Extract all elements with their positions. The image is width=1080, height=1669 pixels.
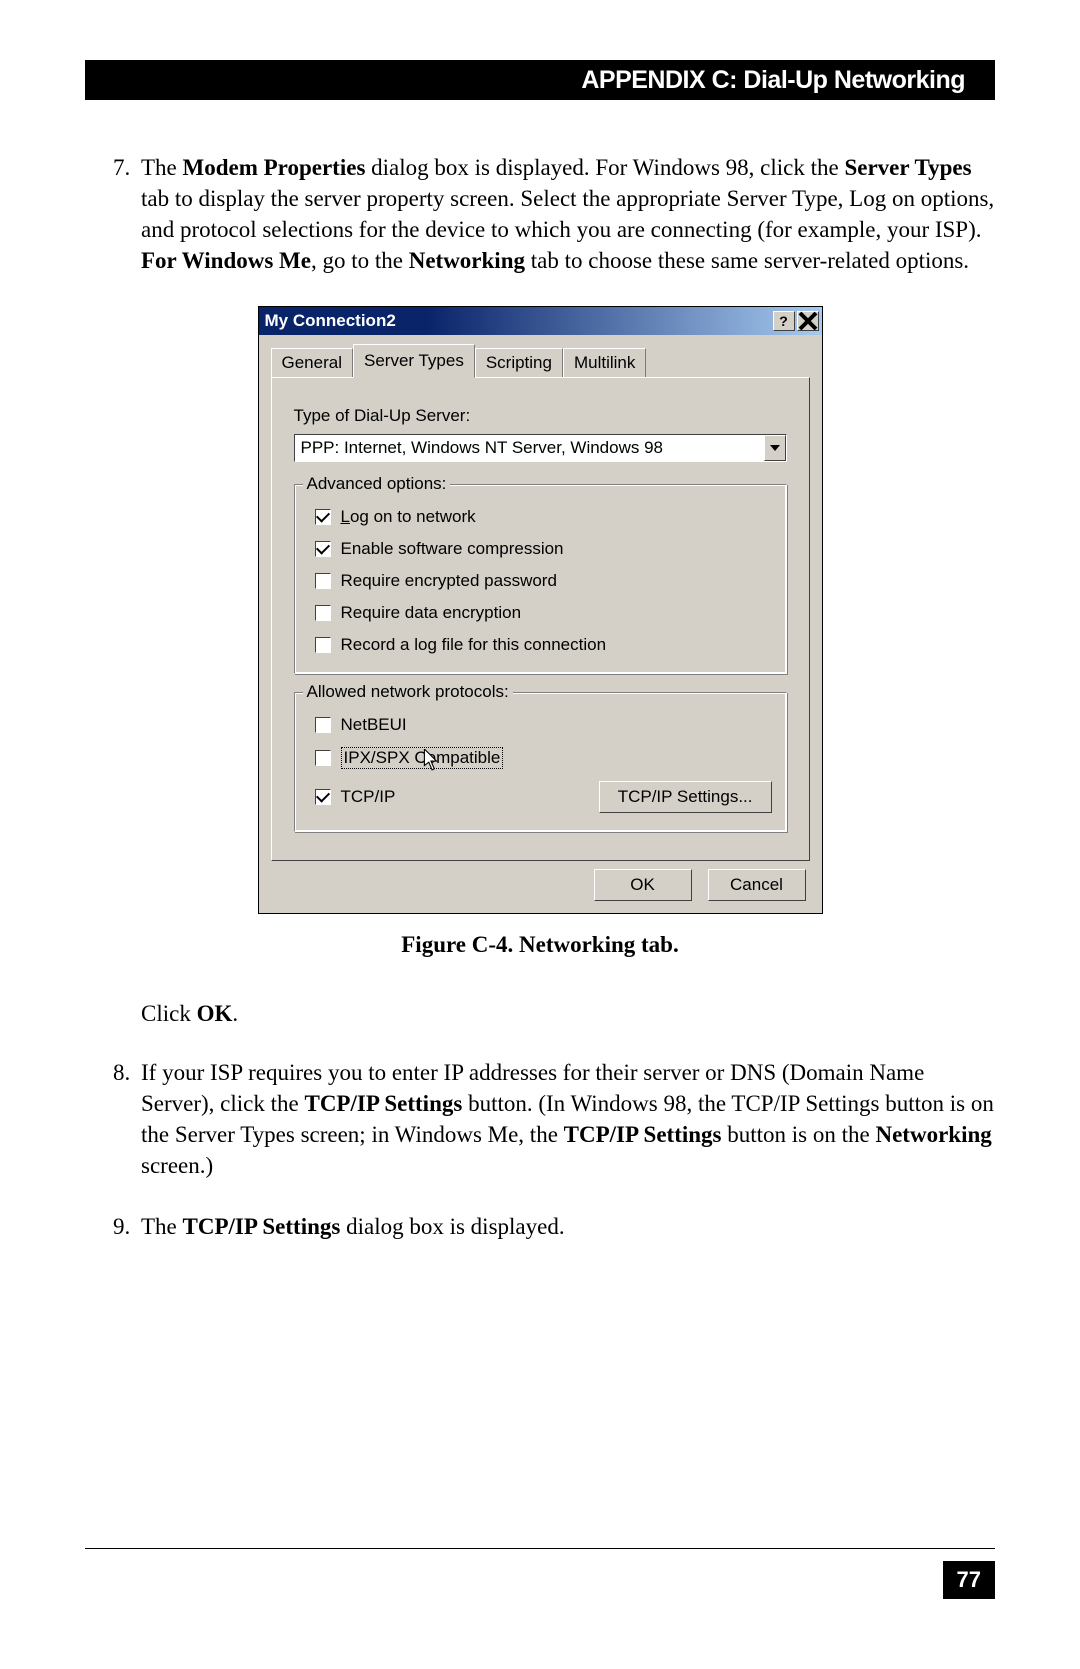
checkbox-compression-label: Enable software compression — [341, 539, 564, 559]
tcpip-settings-button[interactable]: TCP/IP Settings... — [599, 781, 772, 813]
checkbox-record-log-row[interactable]: Record a log file for this connection — [315, 635, 772, 655]
checkbox-tcpip[interactable] — [315, 789, 331, 805]
figure-caption: Figure C-4. Networking tab. — [85, 932, 995, 958]
checkbox-data-encryption[interactable] — [315, 605, 331, 621]
checkbox-log-on-row[interactable]: Log on to network — [315, 507, 772, 527]
dialog-titlebar[interactable]: My Connection2 ? — [259, 307, 822, 335]
help-icon[interactable]: ? — [773, 311, 795, 331]
checkbox-encrypted-pw-row[interactable]: Require encrypted password — [315, 571, 772, 591]
checkbox-data-encryption-label: Require data encryption — [341, 603, 522, 623]
step-8: 8. If your ISP requires you to enter IP … — [113, 1057, 995, 1181]
server-type-label: Type of Dial-Up Server: — [294, 406, 787, 426]
checkbox-tcpip-label: TCP/IP — [341, 787, 396, 807]
checkbox-netbeui[interactable] — [315, 717, 331, 733]
page-number: 77 — [943, 1561, 995, 1599]
checkbox-record-log[interactable] — [315, 637, 331, 653]
checkbox-encrypted-pw[interactable] — [315, 573, 331, 589]
checkbox-compression-row[interactable]: Enable software compression — [315, 539, 772, 559]
tab-multilink[interactable]: Multilink — [563, 348, 646, 377]
step-7-text: The Modem Properties dialog box is displ… — [141, 152, 995, 276]
cancel-button[interactable]: Cancel — [708, 869, 806, 901]
checkbox-encrypted-pw-label: Require encrypted password — [341, 571, 557, 591]
step-7-number: 7. — [113, 152, 141, 276]
tabs-row: General Server Types Scripting Multilink — [271, 345, 810, 377]
checkbox-data-encryption-row[interactable]: Require data encryption — [315, 603, 772, 623]
checkbox-ipx-label: IPX/SPX Compatible — [341, 747, 504, 769]
allowed-protocols-group: Allowed network protocols: NetBEUI IPX/S… — [294, 692, 787, 832]
dialog-figure: My Connection2 ? General Server Types Sc… — [85, 306, 995, 914]
dialog-title: My Connection2 — [265, 311, 396, 331]
server-type-combo[interactable]: PPP: Internet, Windows NT Server, Window… — [294, 434, 787, 462]
appendix-header-text: APPENDIX C: Dial-Up Networking — [581, 66, 965, 95]
click-ok-line: Click OK. — [141, 998, 995, 1029]
step-9-number: 9. — [113, 1211, 141, 1242]
checkbox-netbeui-row[interactable]: NetBEUI — [315, 715, 772, 735]
checkbox-log-on[interactable] — [315, 509, 331, 525]
step-8-number: 8. — [113, 1057, 141, 1181]
appendix-header-bar: APPENDIX C: Dial-Up Networking — [85, 60, 995, 100]
advanced-options-group: Advanced options: Log on to network Enab… — [294, 484, 787, 674]
tab-pane-server-types: Type of Dial-Up Server: PPP: Internet, W… — [271, 377, 810, 861]
footer: 77 — [85, 1548, 995, 1599]
close-icon[interactable] — [797, 311, 819, 331]
advanced-options-legend: Advanced options: — [303, 474, 451, 494]
properties-dialog: My Connection2 ? General Server Types Sc… — [258, 306, 823, 914]
checkbox-compression[interactable] — [315, 541, 331, 557]
allowed-protocols-legend: Allowed network protocols: — [303, 682, 513, 702]
tab-general[interactable]: General — [271, 348, 353, 377]
checkbox-ipx[interactable] — [315, 750, 331, 766]
checkbox-tcpip-row[interactable]: TCP/IP TCP/IP Settings... — [315, 781, 772, 813]
checkbox-log-on-label: Log on to network — [341, 507, 476, 527]
step-9: 9. The TCP/IP Settings dialog box is dis… — [113, 1211, 995, 1242]
checkbox-record-log-label: Record a log file for this connection — [341, 635, 607, 655]
checkbox-ipx-row[interactable]: IPX/SPX Compatible — [315, 747, 772, 769]
server-type-value: PPP: Internet, Windows NT Server, Window… — [295, 438, 764, 458]
checkbox-netbeui-label: NetBEUI — [341, 715, 407, 735]
step-9-text: The TCP/IP Settings dialog box is displa… — [141, 1211, 995, 1242]
step-7: 7. The Modem Properties dialog box is di… — [113, 152, 995, 276]
dialog-buttons: OK Cancel — [271, 861, 810, 901]
tab-scripting[interactable]: Scripting — [475, 348, 563, 377]
chevron-down-icon[interactable] — [764, 435, 786, 461]
ok-button[interactable]: OK — [594, 869, 692, 901]
tab-server-types[interactable]: Server Types — [353, 344, 475, 378]
step-8-text: If your ISP requires you to enter IP add… — [141, 1057, 995, 1181]
